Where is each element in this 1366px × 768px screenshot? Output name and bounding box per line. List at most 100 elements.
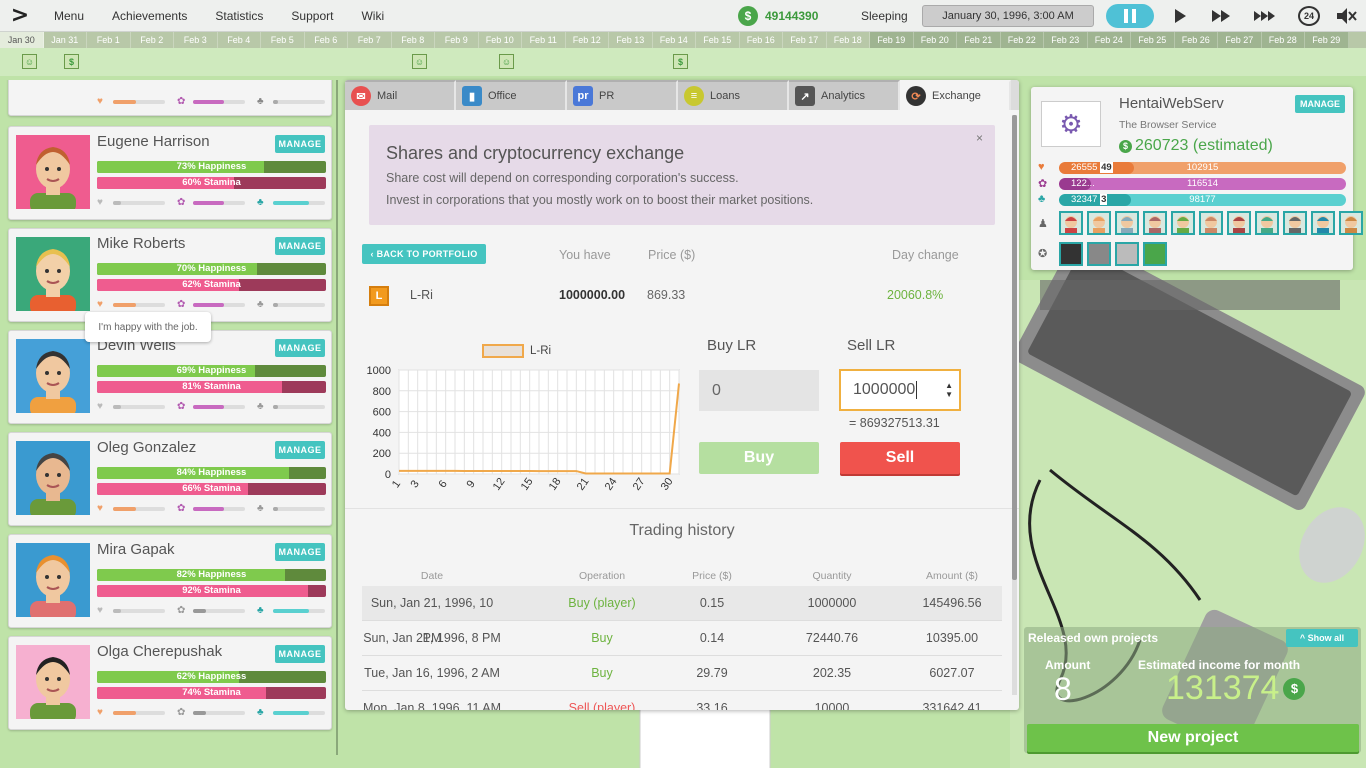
money-event-icon[interactable]: $ — [673, 54, 688, 69]
timeline-day[interactable]: Feb 7 — [348, 32, 392, 48]
timeline-day[interactable]: Feb 14 — [653, 32, 696, 48]
timeline-day[interactable]: Feb 19 — [870, 32, 914, 48]
sell-quantity-input[interactable]: 1000000 ▲ ▼ — [839, 369, 961, 411]
timeline-day[interactable]: Feb 13 — [609, 32, 653, 48]
timeline-day[interactable]: Feb 4 — [218, 32, 261, 48]
game-logo[interactable]: > — [0, 0, 40, 32]
employee-event-icon[interactable]: ☺ — [412, 54, 427, 69]
timeline-day[interactable]: Feb 1 — [87, 32, 131, 48]
show-all-button[interactable]: ^ Show all — [1286, 629, 1358, 647]
timeline-day[interactable]: Feb 21 — [957, 32, 1001, 48]
tool-item-icon[interactable] — [1087, 242, 1111, 266]
fast-forward-button[interactable] — [1210, 6, 1234, 26]
timeline-day[interactable]: Feb 22 — [1000, 32, 1044, 48]
play-button[interactable] — [1170, 6, 1190, 26]
timeline-day[interactable]: Feb 29 — [1305, 32, 1349, 48]
project-manage-button[interactable]: MANAGE — [1295, 95, 1345, 113]
timeline-day[interactable]: Feb 20 — [913, 32, 957, 48]
timeline-day[interactable]: Feb 3 — [174, 32, 218, 48]
timeline-day[interactable]: Feb 15 — [696, 32, 740, 48]
timeline-day[interactable]: Feb 2 — [131, 32, 174, 48]
buy-quantity-input[interactable]: 0 — [699, 370, 819, 411]
employee-list[interactable]: ♥ ✿ ♣ Eugene Harrison MANAGE 73% Happine… — [6, 80, 338, 755]
manage-button[interactable]: MANAGE — [275, 441, 325, 459]
tab-pr[interactable]: pr PR — [567, 80, 678, 110]
employee-event-icon[interactable]: ☺ — [22, 54, 37, 69]
timeline-day[interactable]: Feb 28 — [1261, 32, 1305, 48]
employee-card[interactable]: Olga Cherepushak MANAGE 62% Happiness 74… — [8, 636, 332, 730]
employee-card[interactable]: Eugene Harrison MANAGE 73% Happiness 60%… — [8, 126, 332, 220]
timeline-day[interactable]: Jan 30 — [0, 32, 44, 48]
tab-office[interactable]: ▮ Office — [456, 80, 567, 110]
timeline-day[interactable]: Feb 27 — [1218, 32, 1262, 48]
timeline-day[interactable]: Feb 26 — [1174, 32, 1218, 48]
timeline-day[interactable]: Feb 8 — [392, 32, 435, 48]
timeline-day[interactable]: Feb 17 — [783, 32, 827, 48]
nav-menu[interactable]: Menu — [40, 9, 98, 23]
team-member-avatar[interactable] — [1199, 211, 1223, 235]
new-project-button[interactable]: New project — [1027, 724, 1359, 752]
team-member-avatar[interactable] — [1283, 211, 1307, 235]
team-member-avatar[interactable] — [1143, 211, 1167, 235]
tool-item-icon[interactable] — [1143, 242, 1167, 266]
team-member-avatar[interactable] — [1171, 211, 1195, 235]
sell-button[interactable]: Sell — [840, 442, 960, 474]
timeline-day[interactable]: Feb 6 — [305, 32, 348, 48]
timeline-day[interactable]: Feb 18 — [827, 32, 870, 48]
employee-card[interactable]: Oleg Gonzalez MANAGE 84% Happiness 66% S… — [8, 432, 332, 526]
timeline-day[interactable]: Feb 12 — [566, 32, 609, 48]
timeline-day[interactable]: Feb 5 — [261, 32, 305, 48]
nav-achievements[interactable]: Achievements — [98, 9, 201, 23]
tool-item-icon[interactable] — [1115, 242, 1139, 266]
back-to-portfolio-button[interactable]: ‹ BACK TO PORTFOLIO — [362, 244, 486, 264]
timeline-day[interactable]: Feb 23 — [1044, 32, 1088, 48]
nav-statistics[interactable]: Statistics — [201, 9, 277, 23]
timeline-day[interactable]: Feb 24 — [1087, 32, 1131, 48]
timeline-day[interactable]: Feb 10 — [479, 32, 522, 48]
mute-button[interactable] — [1335, 6, 1357, 26]
manage-button[interactable]: MANAGE — [275, 237, 325, 255]
panel-scrollbar[interactable] — [1012, 115, 1017, 695]
nav-support[interactable]: Support — [277, 9, 347, 23]
team-member-avatar[interactable] — [1115, 211, 1139, 235]
money-event-icon[interactable]: $ — [64, 54, 79, 69]
tool-item-icon[interactable] — [1059, 242, 1083, 266]
history-cell-quantity: 1000000 — [807, 596, 857, 610]
timeline-day[interactable]: Feb 25 — [1131, 32, 1175, 48]
employee-card[interactable]: Devin Wells MANAGE 69% Happiness 81% Sta… — [8, 330, 332, 424]
pause-button[interactable] — [1106, 4, 1154, 28]
buy-button[interactable]: Buy — [699, 442, 819, 474]
manage-button[interactable]: MANAGE — [275, 135, 325, 153]
employee-card[interactable]: Mira Gapak MANAGE 82% Happiness 92% Stam… — [8, 534, 332, 628]
history-row[interactable]: Sun, Jan 21, 1996, 8 PM Buy 0.14 72440.76 10… — [362, 621, 1002, 656]
tab-mail[interactable]: ✉ Mail — [345, 80, 456, 110]
employee-card-partial[interactable]: ♥ ✿ ♣ — [8, 80, 332, 116]
team-member-avatar[interactable] — [1059, 211, 1083, 235]
skip-24h-button[interactable]: 24 — [1298, 6, 1320, 26]
team-member-avatar[interactable] — [1339, 211, 1363, 235]
team-member-avatar[interactable] — [1311, 211, 1335, 235]
manage-button[interactable]: MANAGE — [275, 339, 325, 357]
employee-event-icon[interactable]: ☺ — [499, 54, 514, 69]
history-row[interactable]: Mon, Jan 8, 1996, 11 AM Sell (player) 33.1… — [362, 691, 1002, 710]
spinner-arrows-icon[interactable]: ▲ ▼ — [945, 381, 953, 399]
tab-analytics[interactable]: ↗ Analytics — [789, 80, 900, 110]
team-member-avatar[interactable] — [1087, 211, 1111, 235]
timeline-day[interactable]: Feb 9 — [435, 32, 479, 48]
manage-button[interactable]: MANAGE — [275, 543, 325, 561]
scrollbar-thumb[interactable] — [1012, 115, 1017, 580]
close-icon[interactable]: × — [976, 131, 983, 145]
timeline-day[interactable]: Jan 31 — [44, 32, 87, 48]
history-row[interactable]: Sun, Jan 21, 1996, 10 PM Buy (player) 0.15… — [362, 586, 1002, 645]
manage-button[interactable]: MANAGE — [275, 645, 325, 663]
fastest-forward-button[interactable] — [1252, 6, 1280, 26]
team-member-avatar[interactable] — [1255, 211, 1279, 235]
employee-card[interactable]: Mike Roberts MANAGE 70% Happiness 62% St… — [8, 228, 332, 322]
history-row[interactable]: Tue, Jan 16, 1996, 2 AM Buy 29.79 202.35 602… — [362, 656, 1002, 691]
timeline-day[interactable]: Feb 11 — [522, 32, 566, 48]
tab-exchange[interactable]: ⟳ Exchange — [900, 80, 1011, 110]
team-member-avatar[interactable] — [1227, 211, 1251, 235]
timeline-day[interactable]: Feb 16 — [740, 32, 783, 48]
nav-wiki[interactable]: Wiki — [347, 9, 398, 23]
tab-loans[interactable]: ≡ Loans — [678, 80, 789, 110]
